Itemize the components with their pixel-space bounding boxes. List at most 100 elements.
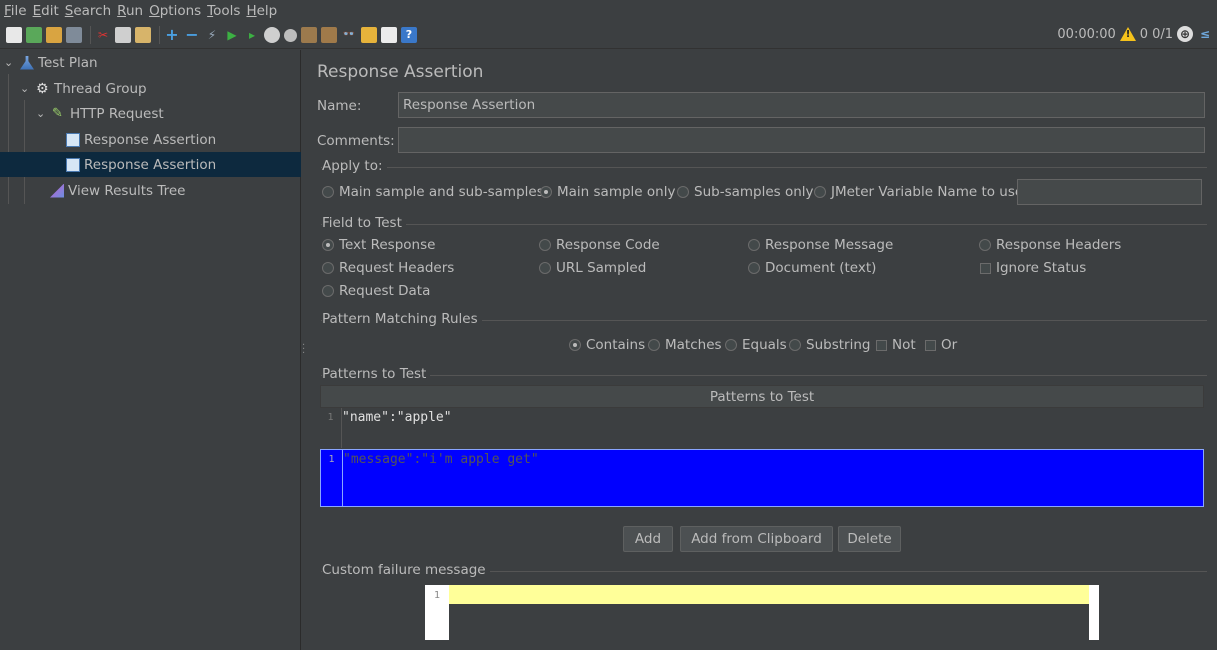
start-no-pause-icon[interactable]: ▸ [244,27,260,43]
toolbar: ✂ + − ⚡ ▶ ▸ 👓 ? 00:00:00 0 0/1 ⊕ ≤ [0,22,1217,49]
tree-item-test-plan[interactable]: ⌄ Test Plan [0,50,301,75]
checkbox-or[interactable]: Or [925,337,957,353]
checkbox-ignore-status[interactable]: Ignore Status [980,260,1086,276]
radio-matches[interactable]: Matches [648,337,722,353]
option-label: Text Response [339,237,436,253]
radio-response-code[interactable]: Response Code [539,237,660,253]
radio-sub-only[interactable]: Sub-samples only [677,184,814,200]
menu-run[interactable]: Run [117,3,143,19]
start-icon[interactable]: ▶ [224,27,240,43]
table-row-selected[interactable]: 1 "message":"i'm apple get" [320,449,1204,507]
radio-request-headers[interactable]: Request Headers [322,260,454,276]
reset-search-icon[interactable] [361,27,377,43]
radio-icon[interactable] [322,186,334,198]
chevron-down-icon[interactable]: ⌄ [36,107,46,120]
function-helper-icon[interactable] [381,27,397,43]
name-field[interactable]: Response Assertion [398,92,1205,118]
radio-icon[interactable] [322,285,334,297]
add-button[interactable]: Add [623,526,673,552]
option-label: Document (text) [765,260,877,276]
delete-button[interactable]: Delete [838,526,901,552]
tree-item-response-assertion-1[interactable]: Response Assertion [0,127,301,152]
save-icon[interactable] [66,27,82,43]
help-icon[interactable]: ? [401,27,417,43]
log-icon[interactable]: ≤ [1197,26,1213,42]
chevron-down-icon[interactable]: ⌄ [20,82,30,95]
radio-icon[interactable] [979,239,991,251]
radio-icon[interactable] [539,262,551,274]
checkbox-icon[interactable] [876,340,887,351]
tree-item-response-assertion-2[interactable]: Response Assertion [0,152,301,177]
splitter-handle[interactable]: · · · [302,341,305,359]
radio-response-headers[interactable]: Response Headers [979,237,1121,253]
expand-icon[interactable]: + [164,27,180,43]
checkbox-icon[interactable] [925,340,936,351]
tree-item-thread-group[interactable]: ⌄ ⚙ Thread Group [0,76,301,101]
assertion-icon [66,132,80,147]
radio-document-text[interactable]: Document (text) [748,260,876,276]
table-row[interactable]: 1 "name":"apple" [320,408,1204,448]
jmeter-variable-field[interactable] [1017,179,1202,205]
menu-tools[interactable]: Tools [207,3,240,19]
menu-help[interactable]: Help [246,3,277,19]
warning-icon[interactable] [1119,27,1136,41]
pattern-text[interactable]: "message":"i'm apple get" [343,452,539,467]
radio-icon[interactable] [540,186,552,198]
clear-all-icon[interactable] [321,27,337,43]
radio-text-response[interactable]: Text Response [322,237,435,253]
radio-equals[interactable]: Equals [725,337,787,353]
search-icon[interactable]: 👓 [341,27,357,43]
pattern-rules-title: Pattern Matching Rules [322,311,482,327]
remote-icon[interactable]: ⊕ [1177,26,1193,42]
pattern-text[interactable]: "name":"apple" [342,410,452,425]
menu-search[interactable]: Search [65,3,111,19]
radio-icon[interactable] [539,239,551,251]
checkbox-not[interactable]: Not [876,337,916,353]
radio-icon[interactable] [814,186,826,198]
toggle-icon[interactable]: ⚡ [204,27,220,43]
radio-icon[interactable] [748,262,760,274]
radio-icon[interactable] [748,239,760,251]
assertion-panel: Response Assertion Name: Response Assert… [309,50,1217,650]
menu-edit[interactable]: Edit [33,3,59,19]
tree-item-view-results-tree[interactable]: View Results Tree [0,178,301,203]
radio-main-only[interactable]: Main sample only [540,184,675,200]
radio-icon[interactable] [569,339,581,351]
shutdown-icon[interactable] [284,28,297,42]
stop-icon[interactable] [264,27,280,43]
editor-body[interactable] [449,604,1089,640]
open-icon[interactable] [46,27,62,43]
tree-item-label: Response Assertion [84,131,217,148]
failure-message-editor[interactable]: 1 [425,585,1099,640]
chevron-down-icon[interactable]: ⌄ [4,56,14,69]
radio-jmeter-variable[interactable]: JMeter Variable Name to use [814,184,1023,200]
collapse-icon[interactable]: − [184,27,200,43]
radio-main-and-sub[interactable]: Main sample and sub-samples [322,184,544,200]
radio-icon[interactable] [677,186,689,198]
menu-options[interactable]: Options [149,3,201,19]
add-from-clipboard-button[interactable]: Add from Clipboard [680,526,833,552]
radio-icon[interactable] [725,339,737,351]
paste-icon[interactable] [135,27,151,43]
elapsed-timer: 00:00:00 [1057,26,1116,42]
radio-substring[interactable]: Substring [789,337,870,353]
menu-file[interactable]: File [4,3,27,19]
cut-icon[interactable]: ✂ [95,27,111,43]
copy-icon[interactable] [115,27,131,43]
tree-item-http-request[interactable]: ⌄ ✎ HTTP Request [0,101,301,126]
new-icon[interactable] [6,27,22,43]
patterns-table-header[interactable]: Patterns to Test [320,385,1204,408]
radio-response-message[interactable]: Response Message [748,237,893,253]
templates-icon[interactable] [26,27,42,43]
radio-icon[interactable] [789,339,801,351]
radio-request-data[interactable]: Request Data [322,283,430,299]
radio-icon[interactable] [322,262,334,274]
radio-url-sampled[interactable]: URL Sampled [539,260,646,276]
radio-icon[interactable] [322,239,334,251]
checkbox-icon[interactable] [980,263,991,274]
radio-contains[interactable]: Contains [569,337,645,353]
radio-icon[interactable] [648,339,660,351]
pen-icon: ✎ [52,105,63,121]
comments-field[interactable] [398,127,1205,153]
clear-icon[interactable] [301,27,317,43]
